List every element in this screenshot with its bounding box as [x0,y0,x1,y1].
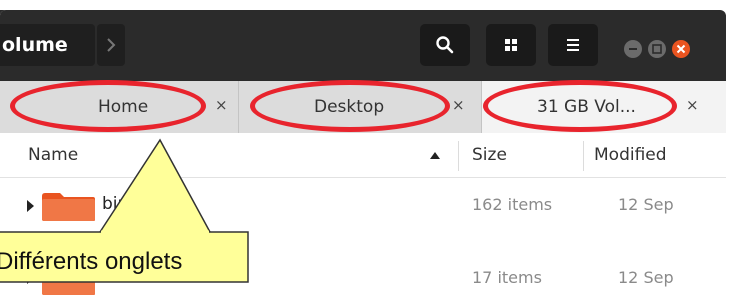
column-modified-header[interactable]: Modified [594,145,667,165]
highlight-ellipse-volume [483,80,677,132]
file-size: 17 items [472,268,542,287]
tab-close-button[interactable]: × [452,96,465,114]
file-size: 162 items [472,195,553,214]
highlight-ellipse-desktop [250,80,450,132]
close-icon [676,44,686,54]
search-button[interactable] [420,24,470,66]
column-divider [458,141,459,171]
maximize-button[interactable] [648,40,666,58]
menu-icon [567,39,579,51]
column-size-header[interactable]: Size [472,145,507,165]
tab-close-button[interactable]: × [215,96,228,114]
file-modified: 12 Sep [618,195,674,214]
view-toggle-button[interactable] [486,24,536,66]
view-grid-icon [505,39,517,51]
minimize-button[interactable] [624,40,642,58]
maximize-icon [652,44,662,54]
breadcrumb-next-button[interactable] [97,24,125,66]
minimize-icon [629,48,637,50]
file-modified: 12 Sep [618,268,674,287]
search-icon [436,36,454,54]
callout-text: Différents onglets [0,248,183,275]
column-divider [583,141,584,171]
breadcrumb-current[interactable]: olume [0,24,95,66]
close-button[interactable] [672,40,690,58]
sort-ascending-icon [430,152,440,159]
tab-close-button[interactable]: × [686,96,699,114]
chevron-right-icon [107,38,116,52]
highlight-ellipse-home [10,80,206,132]
header-bar: olume [0,10,726,81]
menu-button[interactable] [548,24,598,66]
